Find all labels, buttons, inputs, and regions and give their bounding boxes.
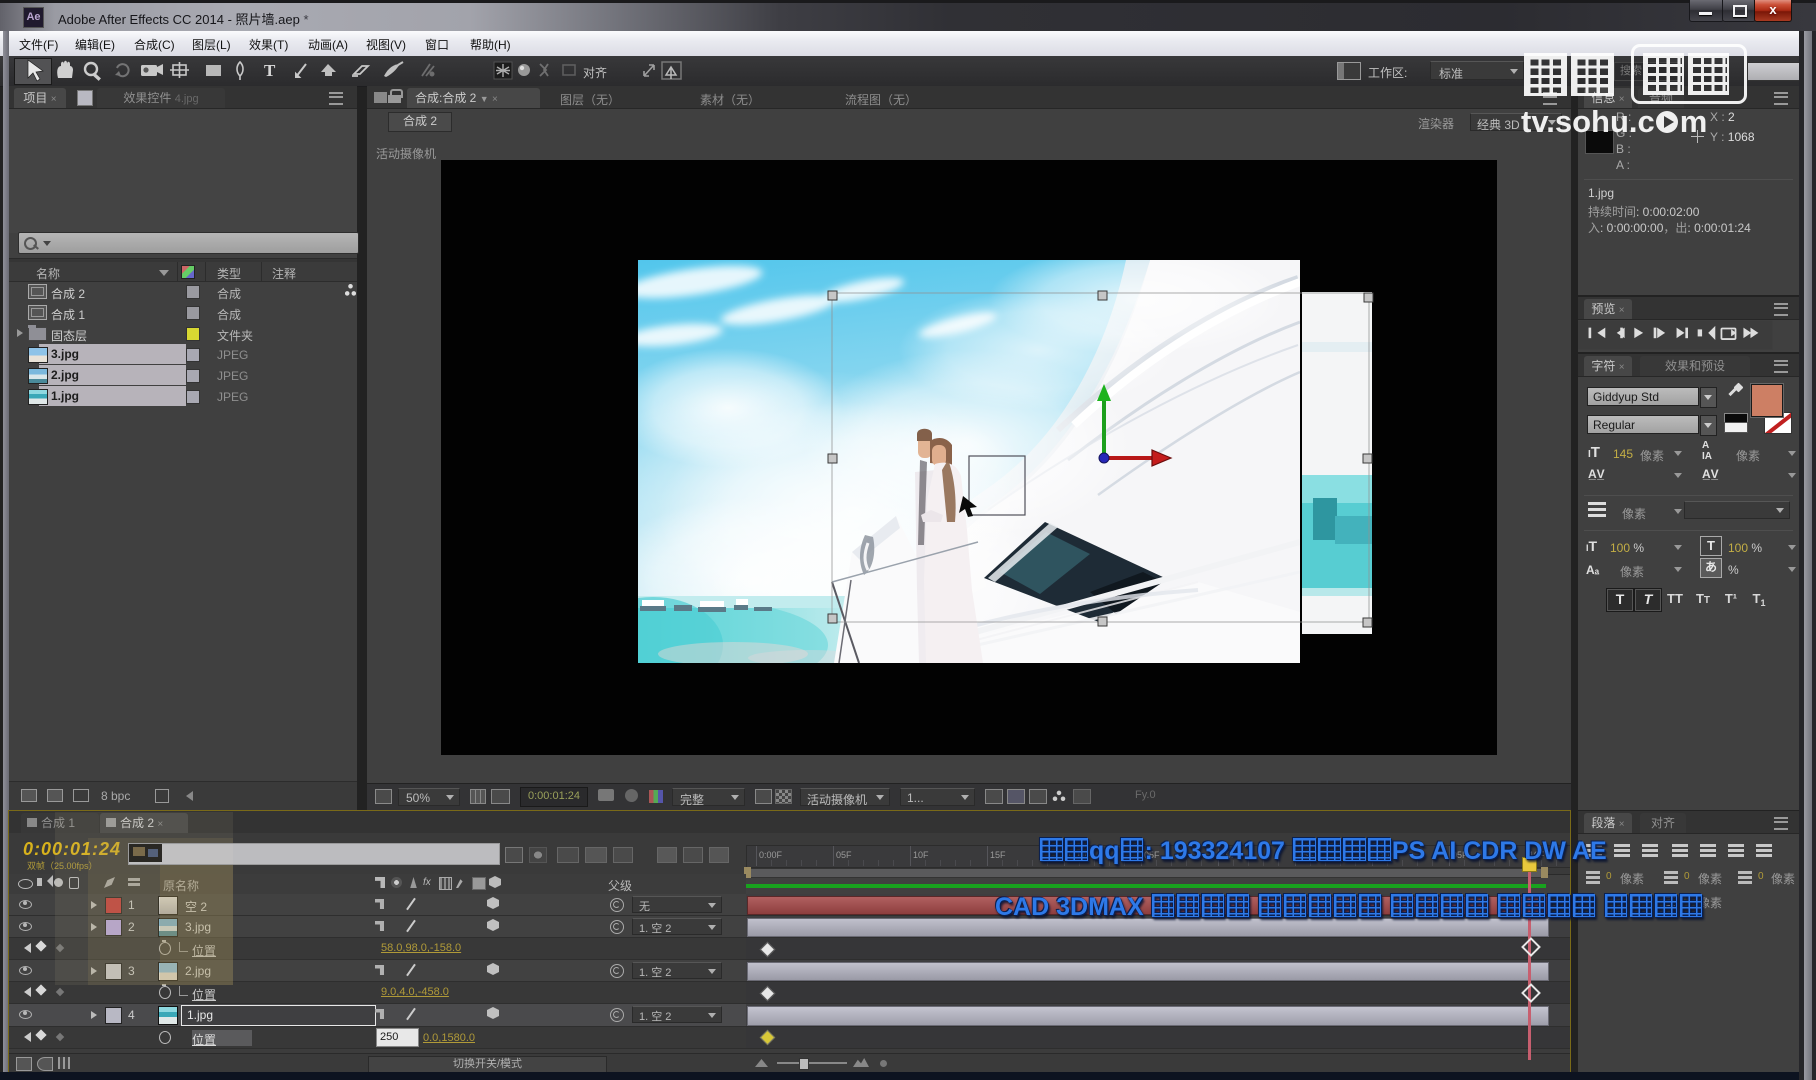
svg-text:T: T bbox=[264, 61, 276, 80]
